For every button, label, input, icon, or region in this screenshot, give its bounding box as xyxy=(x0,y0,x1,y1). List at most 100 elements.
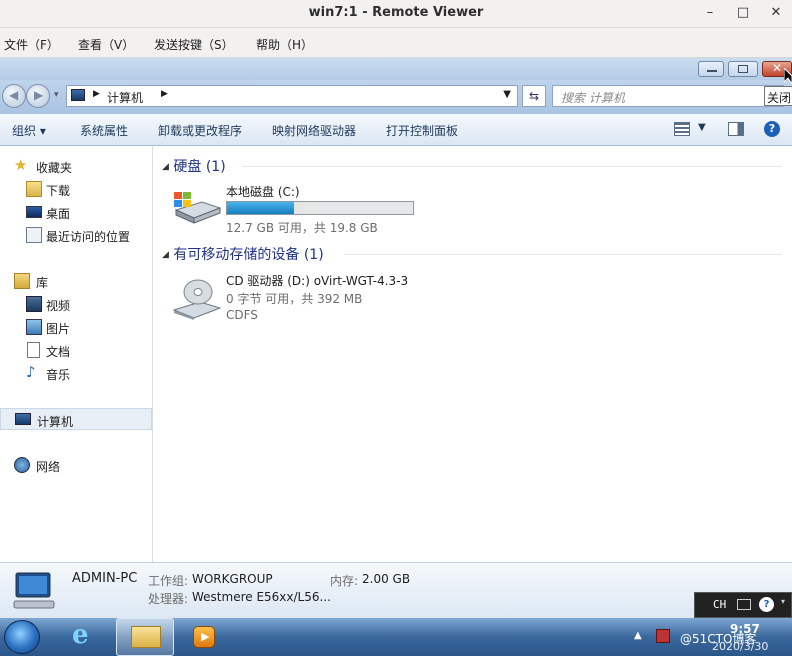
nav-downloads[interactable]: 下载 xyxy=(0,178,152,200)
hard-drive-icon xyxy=(174,192,222,224)
mouse-cursor-icon xyxy=(784,68,792,84)
memory-value: 2.00 GB xyxy=(362,572,411,586)
maximize-button[interactable]: □ xyxy=(733,4,753,22)
uninstall-program-button[interactable]: 卸载或更改程序 xyxy=(158,122,242,139)
nav-videos[interactable]: 视频 xyxy=(0,293,152,315)
map-network-drive-button[interactable]: 映射网络驱动器 xyxy=(272,122,356,139)
open-control-panel-button[interactable]: 打开控制面板 xyxy=(386,122,458,139)
ime-language[interactable]: CH xyxy=(713,598,726,611)
nav-label: 图片 xyxy=(46,322,71,336)
library-icon xyxy=(14,273,30,289)
menu-view[interactable]: 查看（V） xyxy=(78,36,134,53)
play-icon: ▶ xyxy=(201,630,210,643)
menu-file[interactable]: 文件（F） xyxy=(4,36,59,53)
address-bar[interactable]: ▶ 计算机 ▶ ▼ xyxy=(66,85,518,107)
menu-help[interactable]: 帮助（H） xyxy=(256,36,313,53)
music-note-icon: ♪ xyxy=(26,363,36,381)
preview-pane-icon[interactable] xyxy=(728,122,744,136)
view-dropdown-icon[interactable]: ▼ xyxy=(698,122,706,133)
memory-label: 内存: xyxy=(330,574,359,588)
search-input[interactable]: 搜索 计算机 ⌕ xyxy=(552,85,784,107)
nav-label: 计算机 xyxy=(37,415,74,429)
nav-favorites[interactable]: ★ 收藏夹 xyxy=(0,155,152,177)
forward-arrow-icon: ▶ xyxy=(34,88,44,102)
desktop-icon xyxy=(26,206,42,218)
action-center-icon[interactable] xyxy=(656,629,670,643)
back-button[interactable]: ◀ xyxy=(2,84,26,108)
clock-date[interactable]: 2020/3/30 xyxy=(712,640,768,653)
group-removable[interactable]: ◢ 有可移动存储的设备 (1) xyxy=(162,244,782,264)
address-row: ◀ ▶ ▾ ▶ 计算机 ▶ ▼ ⇆ 搜索 计算机 ⌕ xyxy=(0,80,792,114)
nav-label: 音乐 xyxy=(46,368,71,382)
explorer-frame: ✕ xyxy=(0,58,792,80)
menu-send-keys[interactable]: 发送按键（S） xyxy=(154,36,234,53)
nav-label: 库 xyxy=(36,276,49,290)
nav-pictures[interactable]: 图片 xyxy=(0,316,152,338)
drive-c-usage-fill xyxy=(227,202,294,214)
refresh-button[interactable]: ⇆ xyxy=(522,85,546,107)
group-divider xyxy=(242,166,782,167)
nav-computer[interactable]: 计算机 xyxy=(0,408,152,430)
drive-d-item[interactable]: CD 驱动器 (D:) oVirt-WGT-4.3-3 0 字节 可用，共 39… xyxy=(170,270,430,324)
group-hard-disks[interactable]: ◢ 硬盘 (1) xyxy=(162,156,782,176)
taskbar: e ▶ ▲ @51CTO博客 xyxy=(0,618,792,656)
ime-help-icon[interactable]: ? xyxy=(759,597,774,612)
navigation-pane: ★ 收藏夹 下载 桌面 最近访问的位置 库 视频 图片 文档 ♪ 音乐 计算机 … xyxy=(0,146,153,562)
guest-restore-button[interactable] xyxy=(728,61,758,77)
cpu-label: 处理器: xyxy=(148,592,189,606)
view-options-icon[interactable] xyxy=(674,122,690,136)
workgroup-value: WORKGROUP xyxy=(192,572,273,586)
system-properties-button[interactable]: 系统属性 xyxy=(80,122,128,139)
drive-c-usage-bar xyxy=(226,201,414,215)
forward-button[interactable]: ▶ xyxy=(26,84,50,108)
organize-button[interactable]: 组织 ▾ xyxy=(12,122,46,139)
ie-taskbar-button[interactable]: e xyxy=(68,620,100,652)
network-icon xyxy=(14,457,30,473)
nav-recent-places[interactable]: 最近访问的位置 xyxy=(0,224,152,246)
nav-music[interactable]: ♪ 音乐 xyxy=(0,362,152,384)
nav-libraries[interactable]: 库 xyxy=(0,270,152,292)
breadcrumb-chevron-icon[interactable]: ▶ xyxy=(161,89,168,99)
nav-label: 网络 xyxy=(36,460,61,474)
nav-label: 下载 xyxy=(46,184,71,198)
group-title: 硬盘 (1) xyxy=(173,159,226,175)
address-dropdown-icon[interactable]: ▼ xyxy=(503,89,511,100)
pc-name: ADMIN-PC xyxy=(72,571,138,586)
computer-icon xyxy=(71,89,85,101)
help-icon[interactable]: ? xyxy=(764,121,780,137)
recent-places-icon xyxy=(26,227,42,243)
breadcrumb-chevron-icon[interactable]: ▶ xyxy=(93,89,100,99)
media-player-taskbar-button[interactable]: ▶ xyxy=(190,624,220,650)
viewer-titlebar: win7:1 - Remote Viewer – □ ✕ xyxy=(0,0,792,28)
nav-desktop[interactable]: 桌面 xyxy=(0,201,152,223)
drive-c-item[interactable]: 本地磁盘 (C:) 12.7 GB 可用，共 19.8 GB xyxy=(170,180,420,235)
nav-label: 文档 xyxy=(46,345,71,359)
minimize-icon xyxy=(707,70,717,72)
ime-options-icon[interactable]: ▾ xyxy=(781,597,785,606)
nav-label: 最近访问的位置 xyxy=(46,230,131,244)
guest-minimize-button[interactable] xyxy=(698,61,724,77)
clock-time[interactable]: 9:57 xyxy=(730,622,760,636)
recent-pages-dropdown[interactable]: ▾ xyxy=(54,90,59,100)
downloads-folder-icon xyxy=(26,181,42,197)
language-bar[interactable]: CH ? ▾ xyxy=(694,592,792,618)
explorer-taskbar-button[interactable] xyxy=(116,618,174,656)
group-divider xyxy=(344,254,782,255)
minimize-button[interactable]: – xyxy=(700,4,720,22)
pictures-icon xyxy=(26,319,42,335)
collapse-icon[interactable]: ◢ xyxy=(162,162,169,172)
start-button[interactable] xyxy=(4,620,40,654)
close-icon: ✕ xyxy=(772,61,783,75)
star-icon: ★ xyxy=(14,156,28,174)
breadcrumb-computer[interactable]: 计算机 xyxy=(107,89,143,106)
drive-d-filesystem: CDFS xyxy=(226,308,258,322)
close-button[interactable]: ✕ xyxy=(766,4,786,22)
nav-network[interactable]: 网络 xyxy=(0,454,152,476)
group-title: 有可移动存储的设备 (1) xyxy=(173,247,324,263)
keyboard-icon[interactable] xyxy=(737,599,751,610)
computer-icon xyxy=(15,413,31,425)
nav-label: 收藏夹 xyxy=(36,161,73,175)
show-hidden-icons-button[interactable]: ▲ xyxy=(634,630,642,641)
nav-documents[interactable]: 文档 xyxy=(0,339,152,361)
collapse-icon[interactable]: ◢ xyxy=(162,250,169,260)
